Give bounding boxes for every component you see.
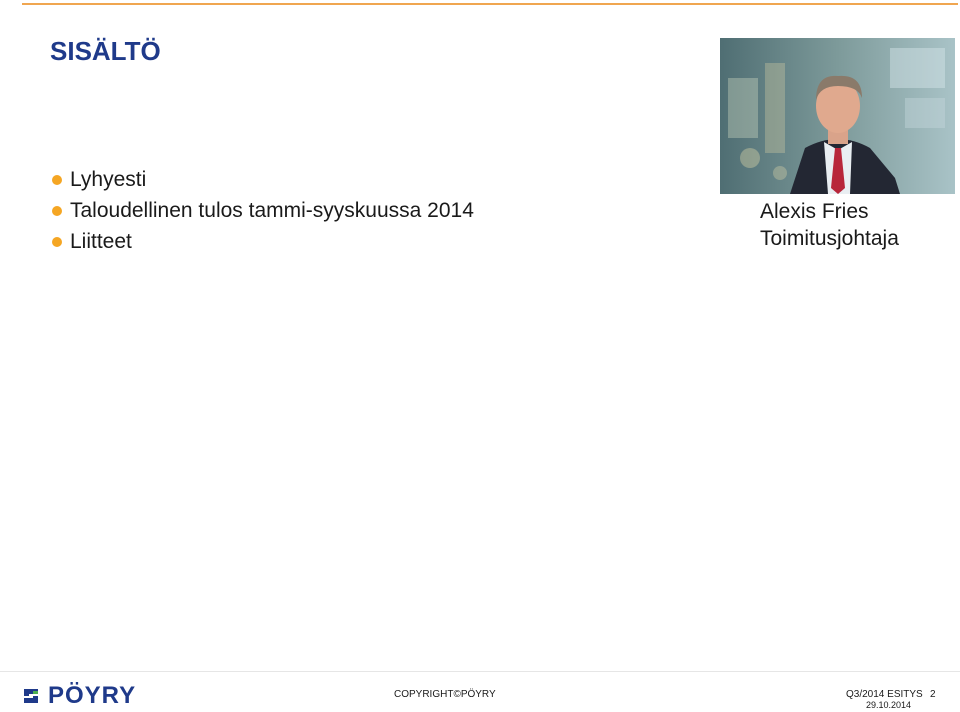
agenda-item-label: Liitteet: [70, 230, 132, 253]
logo-wordmark: PÖYRY: [48, 682, 137, 709]
presentation-code: Q3/2014 ESITYS: [846, 689, 923, 700]
poyry-logo: PÖYRY: [20, 683, 136, 709]
copyright-text: COPYRIGHT©PÖYRY: [394, 689, 496, 700]
portrait-photo: [720, 38, 955, 194]
agenda-item: Lyhyesti: [50, 164, 474, 195]
person-role: Toimitusjohtaja: [760, 227, 899, 250]
footer-divider: [0, 671, 960, 672]
page-title: SISÄLTÖ: [50, 36, 161, 66]
person-name: Alexis Fries: [760, 200, 869, 223]
bullet-dot-icon: [52, 175, 62, 185]
agenda-item-label: Lyhyesti: [70, 168, 147, 191]
agenda-item: Taloudellinen tulos tammi-syyskuussa 201…: [50, 195, 474, 226]
bullet-dot-icon: [52, 206, 62, 216]
agenda-list: Lyhyesti Taloudellinen tulos tammi-syysk…: [50, 164, 474, 257]
agenda-item: Liitteet: [50, 226, 474, 257]
poyry-logo-icon: [24, 689, 38, 703]
portrait-image: [720, 38, 955, 194]
bullet-dot-icon: [52, 237, 62, 247]
presentation-date: 29.10.2014: [866, 700, 912, 710]
page-number: 2: [930, 689, 936, 700]
agenda-item-label: Taloudellinen tulos tammi-syyskuussa 201…: [70, 199, 474, 222]
top-accent-rule: [22, 3, 958, 5]
